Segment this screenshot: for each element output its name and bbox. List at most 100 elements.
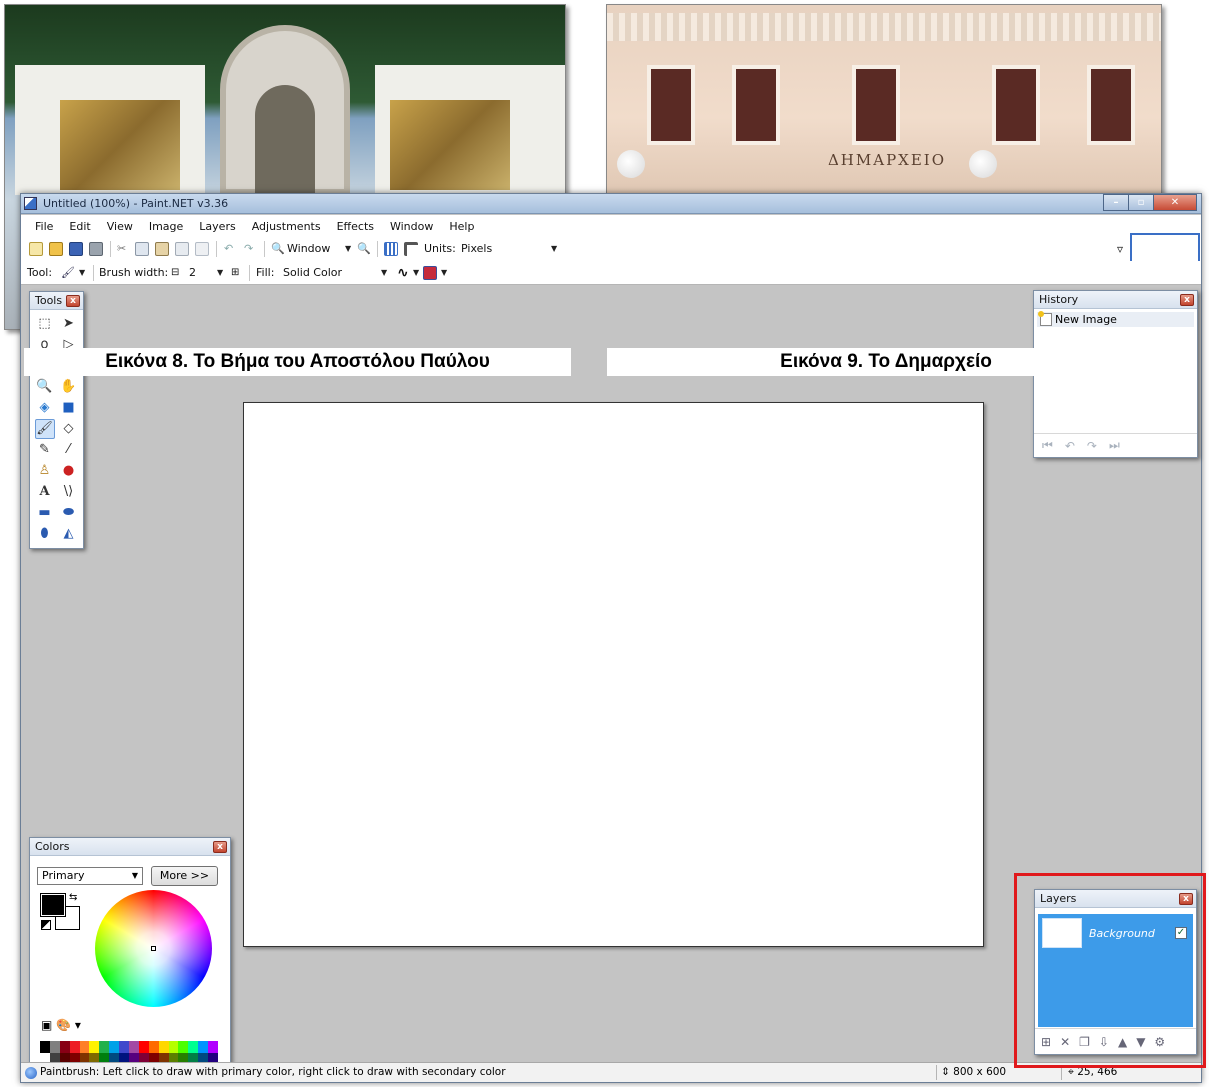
drawing-canvas[interactable]	[243, 402, 984, 947]
history-redo-icon[interactable]: ↷	[1087, 439, 1097, 453]
palette-swatch[interactable]	[40, 1041, 50, 1053]
text-tool-icon[interactable]: A	[35, 482, 55, 502]
palette-swatch[interactable]	[69, 1041, 80, 1053]
undo-icon[interactable]: ↶	[224, 241, 233, 257]
zoom-window-dropdown[interactable]: Window	[287, 241, 330, 257]
menu-view[interactable]: View	[99, 220, 141, 233]
palette-swatch[interactable]	[109, 1041, 120, 1053]
menu-layers[interactable]: Layers	[191, 220, 243, 233]
close-icon[interactable]: x	[66, 295, 80, 307]
primary-color-swatch[interactable]	[40, 893, 66, 917]
pencil-icon[interactable]: ✎	[35, 440, 55, 460]
menu-adjustments[interactable]: Adjustments	[244, 220, 329, 233]
brush-width-increase-button[interactable]: ⊞	[231, 265, 239, 281]
chevron-down-icon[interactable]: ▼	[413, 265, 419, 281]
zoom-in-icon[interactable]: 🔍	[357, 241, 371, 257]
menu-help[interactable]: Help	[441, 220, 482, 233]
rectangle-shape-icon[interactable]: ▬	[35, 503, 55, 523]
fill-dropdown[interactable]: Solid Color	[283, 265, 342, 281]
palette-swatch[interactable]	[188, 1041, 199, 1053]
move-selection-icon[interactable]: ➤	[59, 314, 79, 334]
close-icon[interactable]: x	[1180, 294, 1194, 306]
palette-menu-icons[interactable]: ▣ 🎨 ▾	[41, 1018, 81, 1032]
clone-stamp-icon[interactable]: ♙	[35, 461, 55, 481]
brush-width-decrease-button[interactable]: ⊟	[171, 265, 179, 281]
palette-swatch[interactable]	[89, 1041, 100, 1053]
print-icon[interactable]	[89, 242, 103, 256]
rounded-rectangle-icon[interactable]: ⬬	[59, 503, 79, 523]
color-mode-select[interactable]: Primary ▼	[37, 867, 143, 885]
menu-image[interactable]: Image	[141, 220, 191, 233]
history-item[interactable]: New Image	[1037, 311, 1194, 327]
palette-swatch[interactable]	[198, 1041, 209, 1053]
palette-swatch[interactable]	[59, 1041, 70, 1053]
color-picker-icon[interactable]: ⁄	[59, 440, 79, 460]
history-item-label: New Image	[1055, 313, 1117, 326]
crop-icon[interactable]	[175, 242, 189, 256]
color-wheel-cursor[interactable]	[151, 946, 156, 951]
gradient-icon[interactable]: ■	[59, 398, 79, 418]
menu-file[interactable]: File	[27, 220, 61, 233]
paintbrush-icon[interactable]: 🖌	[61, 265, 75, 281]
palette-swatch[interactable]	[138, 1041, 149, 1053]
redo-icon[interactable]: ↷	[244, 241, 253, 257]
open-folder-icon[interactable]	[49, 242, 63, 256]
history-last-icon[interactable]: ⏭	[1109, 438, 1120, 453]
swap-colors-icon[interactable]: ⇆	[69, 892, 77, 903]
history-first-icon[interactable]: ⏮	[1042, 438, 1053, 453]
recolor-icon[interactable]: ●	[59, 461, 79, 481]
maximize-button[interactable]: ▫	[1128, 194, 1154, 211]
palette-swatch[interactable]	[168, 1041, 179, 1053]
pan-icon[interactable]: ✋	[59, 377, 79, 397]
brush-width-input[interactable]: 2	[189, 265, 196, 281]
reset-colors-icon[interactable]	[41, 920, 51, 930]
chevron-down-icon[interactable]: ▼	[79, 265, 85, 281]
palette-swatch[interactable]	[158, 1041, 169, 1053]
close-icon[interactable]: x	[213, 841, 227, 853]
chevron-down-icon[interactable]: ▼	[345, 241, 351, 257]
freeform-shape-icon[interactable]: ◭	[59, 524, 79, 544]
eraser-icon[interactable]: ◇	[59, 419, 79, 439]
overflow-icon[interactable]: ▿	[1117, 241, 1123, 257]
tools-panel: Tools x ⬚ ➤ ϙ ▷ ◯ ✦ 🔍 ✋ ◈ ■ 🖌 ◇ ✎ ⁄ ♙ ● …	[29, 291, 84, 549]
title-bar[interactable]: Untitled (100%) - Paint.NET v3.36 – ▫ ✕	[21, 194, 1201, 214]
close-button[interactable]: ✕	[1153, 194, 1197, 211]
save-icon[interactable]	[69, 242, 83, 256]
new-file-icon[interactable]	[29, 242, 43, 256]
paintbrush-tool-icon[interactable]: 🖌	[34, 419, 55, 439]
cut-icon[interactable]: ✂	[117, 241, 126, 257]
chevron-down-icon[interactable]: ▼	[381, 265, 387, 281]
chevron-down-icon: ▼	[131, 871, 138, 880]
paste-icon[interactable]	[155, 242, 169, 256]
grid-icon[interactable]	[384, 242, 398, 256]
menu-effects[interactable]: Effects	[329, 220, 382, 233]
zoom-out-icon[interactable]: 🔍	[271, 241, 285, 257]
palette-swatch[interactable]	[208, 1041, 218, 1053]
palette-swatch[interactable]	[178, 1041, 189, 1053]
antialiasing-icon[interactable]: ∿	[397, 265, 409, 281]
deselect-icon[interactable]	[195, 242, 209, 256]
units-dropdown[interactable]: Pixels	[461, 241, 492, 257]
ellipse-shape-icon[interactable]: ⬮	[35, 524, 55, 544]
palette-swatch[interactable]	[119, 1041, 129, 1053]
rulers-icon[interactable]	[404, 242, 418, 256]
chevron-down-icon[interactable]: ▼	[217, 265, 223, 281]
zoom-icon[interactable]: 🔍	[35, 377, 55, 397]
chevron-down-icon[interactable]: ▼	[441, 265, 447, 281]
chevron-down-icon[interactable]: ▼	[551, 241, 557, 257]
more-colors-button[interactable]: More >>	[151, 866, 218, 886]
menu-edit[interactable]: Edit	[61, 220, 98, 233]
palette-swatch[interactable]	[99, 1041, 110, 1053]
menu-window[interactable]: Window	[382, 220, 441, 233]
line-curve-icon[interactable]: \⟩	[59, 482, 79, 502]
palette-swatch[interactable]	[129, 1041, 139, 1053]
palette-swatch[interactable]	[148, 1041, 159, 1053]
blend-mode-icon[interactable]	[423, 266, 437, 280]
rectangle-select-icon[interactable]: ⬚	[35, 314, 55, 334]
paint-bucket-icon[interactable]: ◈	[35, 398, 55, 418]
palette-swatch[interactable]	[79, 1041, 90, 1053]
history-undo-icon[interactable]: ↶	[1065, 439, 1075, 453]
minimize-button[interactable]: –	[1103, 194, 1129, 211]
copy-icon[interactable]	[135, 242, 149, 256]
palette-swatch[interactable]	[49, 1041, 60, 1053]
